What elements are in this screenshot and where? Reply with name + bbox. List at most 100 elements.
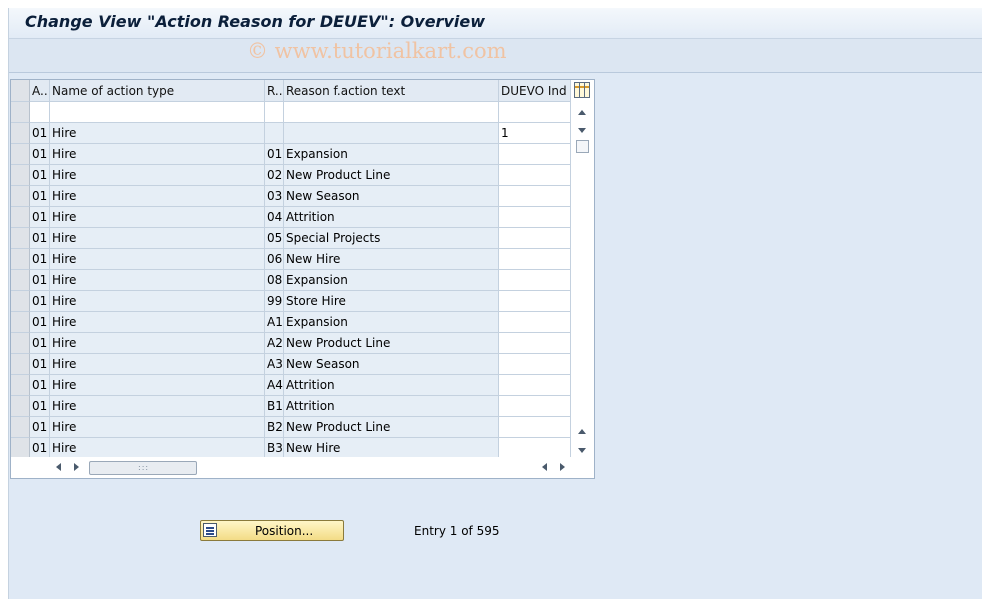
table-cell-col-name-action-type[interactable]: Hire	[50, 207, 265, 228]
table-cell-col-reason[interactable]: A2	[265, 333, 284, 354]
table-cell-col-name-action-type[interactable]: Hire	[50, 165, 265, 186]
row-selector[interactable]	[11, 270, 30, 291]
table-cell-col-action-type[interactable]: 01	[30, 186, 50, 207]
table-cell-col-duevo-ind[interactable]	[499, 270, 571, 291]
table-cell-col-duevo-ind[interactable]	[499, 417, 571, 438]
table-cell-col-reason-text[interactable]: Special Projects	[284, 228, 499, 249]
table-cell-col-duevo-ind[interactable]	[499, 207, 571, 228]
table-cell-col-reason[interactable]: A3	[265, 354, 284, 375]
table-cell-col-action-type[interactable]: 01	[30, 354, 50, 375]
row-selector[interactable]	[11, 102, 30, 123]
table-cell-col-reason[interactable]: A4	[265, 375, 284, 396]
table-cell-col-reason-text[interactable]: Attrition	[284, 396, 499, 417]
table-cell-col-reason[interactable]: 04	[265, 207, 284, 228]
table-cell-col-name-action-type[interactable]: Hire	[50, 417, 265, 438]
table-cell-col-reason[interactable]: B1	[265, 396, 284, 417]
table-cell-col-action-type[interactable]: 01	[30, 123, 50, 144]
table-cell-col-duevo-ind[interactable]	[499, 291, 571, 312]
table-cell-col-action-type[interactable]: 01	[30, 165, 50, 186]
table-cell-col-duevo-ind[interactable]	[499, 165, 571, 186]
table-settings-icon[interactable]	[574, 82, 590, 98]
table-cell-col-name-action-type[interactable]: Hire	[50, 123, 265, 144]
table-cell-col-duevo-ind[interactable]	[499, 312, 571, 333]
table-cell-col-action-type[interactable]: 01	[30, 228, 50, 249]
table-cell-col-reason[interactable]: B3	[265, 438, 284, 459]
column-header-col-duevo-ind[interactable]: DUEVO Ind	[499, 80, 571, 102]
row-selector[interactable]	[11, 228, 30, 249]
table-cell-col-reason-text[interactable]: Expansion	[284, 270, 499, 291]
row-selector[interactable]	[11, 144, 30, 165]
table-cell-col-duevo-ind[interactable]	[499, 228, 571, 249]
table-cell-col-duevo-ind[interactable]	[499, 375, 571, 396]
table-cell-col-name-action-type[interactable]: Hire	[50, 438, 265, 459]
scroll-right-icon[interactable]	[74, 463, 79, 471]
table-cell-col-duevo-ind[interactable]	[499, 186, 571, 207]
column-header-col-action-type[interactable]: A..	[30, 80, 50, 102]
table-cell-col-action-type[interactable]: 01	[30, 396, 50, 417]
table-cell-col-reason-text[interactable]: Expansion	[284, 312, 499, 333]
row-selector[interactable]	[11, 186, 30, 207]
table-cell-col-reason[interactable]: A1	[265, 312, 284, 333]
table-cell-col-name-action-type[interactable]: Hire	[50, 144, 265, 165]
table-cell-col-reason[interactable]: 05	[265, 228, 284, 249]
row-selector[interactable]	[11, 438, 30, 459]
table-cell-col-action-type[interactable]: 01	[30, 438, 50, 459]
row-selector[interactable]	[11, 165, 30, 186]
table-cell-col-reason-text[interactable]	[284, 102, 499, 123]
table-cell-col-reason-text[interactable]: Store Hire	[284, 291, 499, 312]
horizontal-scrollbar[interactable]: :::	[11, 457, 594, 478]
row-selector[interactable]	[11, 312, 30, 333]
table-cell-col-duevo-ind[interactable]	[499, 144, 571, 165]
row-selector[interactable]	[11, 396, 30, 417]
table-cell-col-reason[interactable]: 02	[265, 165, 284, 186]
scroll-left-end-icon[interactable]	[542, 463, 547, 471]
row-selector[interactable]	[11, 207, 30, 228]
vertical-scroll-thumb[interactable]	[576, 140, 589, 153]
table-cell-col-action-type[interactable]: 01	[30, 417, 50, 438]
table-cell-col-reason[interactable]	[265, 102, 284, 123]
table-cell-col-reason-text[interactable]	[284, 123, 499, 144]
scroll-down-bottom-icon[interactable]	[578, 448, 586, 453]
table-cell-col-duevo-ind[interactable]	[499, 438, 571, 459]
table-cell-col-reason[interactable]: 08	[265, 270, 284, 291]
select-all-cell[interactable]	[11, 80, 30, 102]
table-cell-col-reason-text[interactable]: New Product Line	[284, 165, 499, 186]
table-cell-col-duevo-ind[interactable]	[499, 354, 571, 375]
table-cell-col-action-type[interactable]: 01	[30, 312, 50, 333]
table-cell-col-name-action-type[interactable]: Hire	[50, 354, 265, 375]
table-cell-col-name-action-type[interactable]: Hire	[50, 249, 265, 270]
table-cell-col-duevo-ind[interactable]	[499, 102, 571, 123]
table-cell-col-reason-text[interactable]: New Season	[284, 354, 499, 375]
position-button[interactable]: Position...	[200, 520, 344, 541]
scroll-right-end-icon[interactable]	[560, 463, 565, 471]
table-cell-col-reason-text[interactable]: New Hire	[284, 249, 499, 270]
table-cell-col-duevo-ind[interactable]	[499, 396, 571, 417]
table-cell-col-reason[interactable]: 03	[265, 186, 284, 207]
table-cell-col-reason-text[interactable]: New Product Line	[284, 417, 499, 438]
table-cell-col-reason-text[interactable]: New Hire	[284, 438, 499, 459]
table-cell-col-name-action-type[interactable]: Hire	[50, 270, 265, 291]
table-cell-col-action-type[interactable]: 01	[30, 375, 50, 396]
table-cell-col-reason-text[interactable]: Attrition	[284, 207, 499, 228]
row-selector[interactable]	[11, 123, 30, 144]
row-selector[interactable]	[11, 249, 30, 270]
table-cell-col-reason-text[interactable]: New Product Line	[284, 333, 499, 354]
table-cell-col-name-action-type[interactable]: Hire	[50, 396, 265, 417]
table-cell-col-action-type[interactable]: 01	[30, 333, 50, 354]
table-cell-col-action-type[interactable]: 01	[30, 270, 50, 291]
table-cell-col-name-action-type[interactable]: Hire	[50, 186, 265, 207]
horizontal-scroll-thumb[interactable]: :::	[89, 461, 197, 475]
table-cell-col-reason[interactable]: 99	[265, 291, 284, 312]
table-cell-col-reason[interactable]: 01	[265, 144, 284, 165]
row-selector[interactable]	[11, 375, 30, 396]
table-cell-col-name-action-type[interactable]: Hire	[50, 375, 265, 396]
row-selector[interactable]	[11, 291, 30, 312]
table-cell-col-name-action-type[interactable]: Hire	[50, 312, 265, 333]
scroll-down-top-icon[interactable]	[578, 128, 586, 133]
table-cell-col-reason-text[interactable]: Expansion	[284, 144, 499, 165]
table-cell-col-action-type[interactable]: 01	[30, 144, 50, 165]
row-selector[interactable]	[11, 417, 30, 438]
column-header-col-reason-text[interactable]: Reason f.action text	[284, 80, 499, 102]
table-cell-col-name-action-type[interactable]: Hire	[50, 228, 265, 249]
table-cell-col-action-type[interactable]: 01	[30, 291, 50, 312]
